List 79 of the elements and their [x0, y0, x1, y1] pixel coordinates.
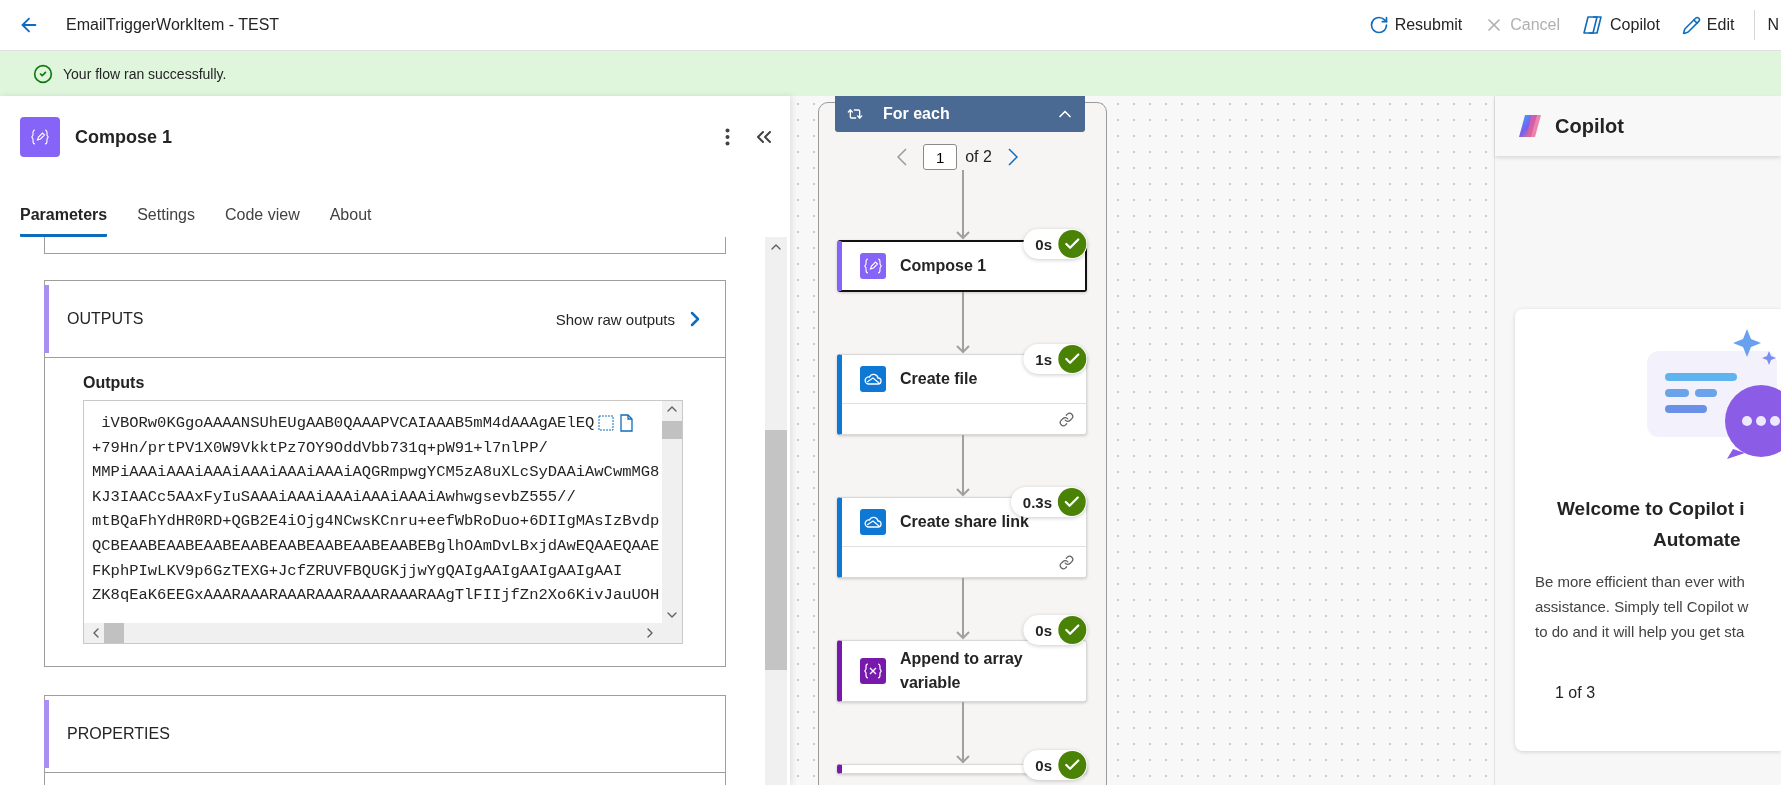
welcome-heading: Automate	[1653, 528, 1742, 552]
braces-icon	[860, 253, 886, 279]
toolbar-button[interactable]: Copilot	[1580, 11, 1662, 39]
success-icon	[33, 63, 53, 84]
expand-icon[interactable]	[598, 415, 615, 432]
pencil-icon	[1681, 15, 1701, 35]
copilot-logo	[1517, 113, 1543, 139]
welcome-text: to do and it will help you get sta	[1535, 622, 1746, 642]
action-title: Compose 1	[900, 256, 987, 276]
connector-arrow	[956, 170, 970, 240]
tab[interactable]: Settings	[137, 200, 195, 237]
connector-arrow	[956, 578, 970, 640]
copilot-icon	[1582, 15, 1605, 35]
code-line: KJ3IAACc5AAxFyIuSAAAiAAAiAAAiAAAiAAAiAwhwgsevbZ555//	[92, 486, 576, 508]
cloud-icon	[860, 509, 886, 535]
link-icon	[1059, 411, 1074, 427]
welcome-text: assistance. Simply tell Copilot w	[1535, 597, 1750, 617]
code-line: ZK8qEaK6EEGxAAARAAARAAARAAARAAARAAARAAgTlFIIjfZn2Xo6KivJauUOH	[92, 585, 660, 607]
next-button[interactable]	[1005, 146, 1020, 168]
action-title: Append to array variable	[900, 649, 1024, 693]
show-raw-outputs-link[interactable]: Show raw outputs	[555, 307, 707, 331]
field-label: Outputs	[83, 374, 146, 392]
scrollbar-thumb[interactable]	[765, 430, 787, 670]
horizontal-scrollbar[interactable]	[84, 623, 662, 643]
tab[interactable]: About	[329, 200, 372, 237]
code-line: mtBQaFhYdHR0RD+QGB2E4iOjg4NCwsKCnru+eefWbRoDuo+6DIIgMAsIzBvdp	[92, 511, 660, 533]
action-card[interactable]: Append to array variable	[837, 640, 1087, 702]
check-icon	[1058, 230, 1086, 258]
section-title: PROPERTIES	[67, 725, 170, 743]
code-line: +79Hn/prtPV1X0W9VkktPz7OY9OddVbb731q+pW91+l7nlPP/	[92, 437, 548, 459]
panel-title: Compose 1	[75, 126, 173, 148]
copilot-title: Copilot	[1555, 114, 1624, 138]
braces-icon	[860, 658, 886, 684]
connector-arrow	[956, 292, 970, 354]
section-title: OUTPUTS	[67, 310, 144, 328]
toolbar-button[interactable]: Edit	[1679, 11, 1737, 39]
flow-title: EmailTriggerWorkItem - TEST	[66, 16, 280, 34]
code-line: MMPiAAAiAAAiAAAiAAAiAAAiAAAiAQGRmpwgYCM5zA8uXLcSyDAAiAwCwmMG8	[92, 462, 660, 484]
chevron-left-icon	[897, 148, 908, 166]
duration-badge: 0s	[1023, 615, 1087, 645]
action-title: Create file	[900, 369, 978, 389]
banner-message: Your flow ran successfully.	[63, 65, 227, 82]
code-line: iVBORw0KGgoAAAANSUhEUgAAB0QAAAPVCAIAAAB5mM4dAAAgAElEQ	[100, 413, 595, 434]
page-input[interactable]: 1	[923, 144, 958, 170]
chevron-right-icon	[1007, 148, 1018, 166]
card-pager: 1 of 3	[1555, 684, 1597, 702]
check-icon	[1058, 751, 1086, 779]
loop-icon	[847, 106, 863, 122]
vertical-scrollbar[interactable]	[662, 401, 682, 623]
cloud-icon	[860, 366, 886, 392]
code-line: FKphPIwLKV9p6GzTEXG+JcfZRUVFBQUGKjjwYgQAIgAAIgAAIgAAIgAAI	[92, 560, 623, 582]
copy-icon[interactable]	[618, 414, 635, 433]
scrollbar-thumb[interactable]	[662, 421, 682, 439]
toolbar-button[interactable]: Resubmit	[1366, 11, 1465, 39]
connector-arrow	[956, 702, 970, 764]
duration-badge: 0s	[1023, 750, 1087, 780]
welcome-heading: Welcome to Copilot i	[1557, 497, 1746, 521]
tab[interactable]: Parameters	[20, 200, 108, 237]
toolbar-button[interactable]: N	[1765, 12, 1781, 38]
check-icon	[1058, 488, 1086, 516]
link-icon	[1059, 554, 1074, 570]
tab[interactable]: Code view	[225, 200, 300, 237]
duration-badge: 0s	[1023, 229, 1087, 259]
refresh-icon	[1368, 15, 1389, 35]
compose-icon	[20, 117, 60, 157]
check-icon	[1058, 616, 1086, 644]
duration-badge: 1s	[1023, 344, 1087, 374]
code-line: QCBEAABEAABEAABEAABEAABEAABEAABEAABEBglhOAmDvLBxjdAwEQAAEQAAE	[92, 535, 660, 557]
previous-button[interactable]	[895, 146, 910, 168]
panel-scrollbar[interactable]	[765, 237, 787, 785]
check-icon	[1058, 345, 1086, 373]
for-each-header[interactable]: For each	[835, 96, 1085, 132]
more-icon	[725, 128, 730, 146]
welcome-text: Be more efficient than ever with	[1535, 572, 1746, 592]
page-count: of 2	[965, 148, 992, 166]
scrollbar-thumb[interactable]	[104, 623, 124, 643]
duration-badge: 0.3s	[1010, 487, 1087, 517]
outputs-text-area[interactable]	[83, 400, 683, 644]
connector-arrow	[956, 435, 970, 497]
